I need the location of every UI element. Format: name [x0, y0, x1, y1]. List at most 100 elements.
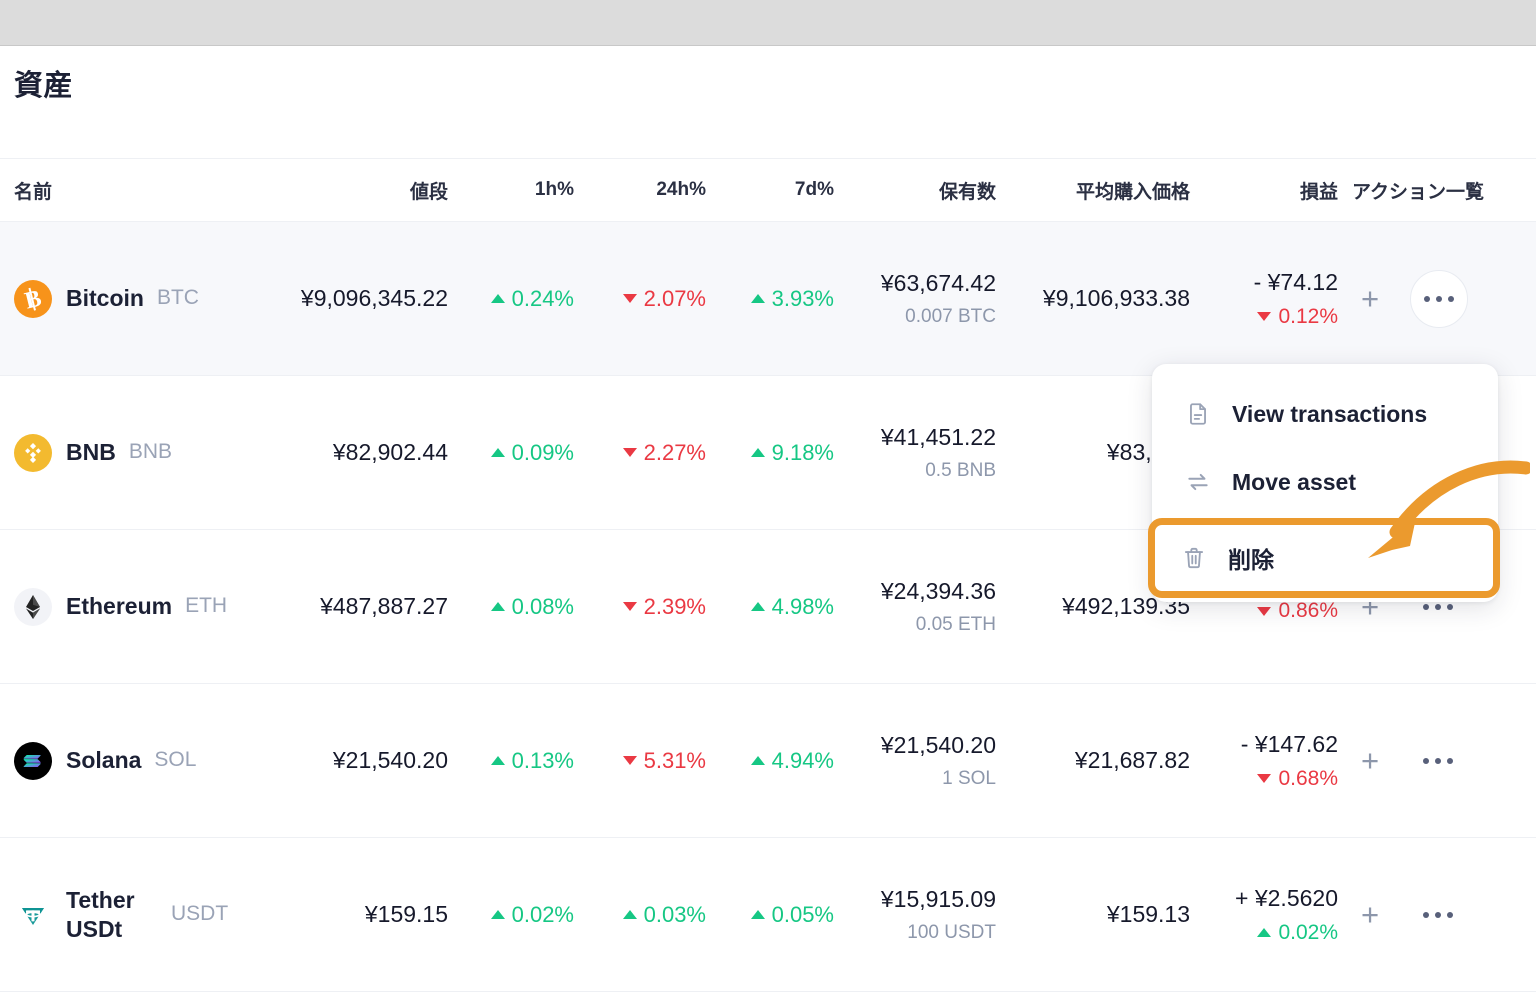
asset-1h-cell: 0.13%	[452, 684, 574, 837]
asset-symbol: BTC	[156, 286, 199, 310]
triangle-up-icon	[490, 910, 505, 919]
asset-24h-cell: 2.39%	[578, 530, 706, 683]
header-price[interactable]: 値段	[258, 159, 448, 221]
header-24h[interactable]: 24h%	[578, 159, 706, 221]
asset-pnl-cell: - ¥147.62 0.68%	[1240, 730, 1338, 790]
triangle-down-icon	[622, 294, 637, 303]
menu-item-move-asset[interactable]: Move asset	[1152, 448, 1498, 516]
asset-name-cell[interactable]: BNB BNB	[14, 376, 264, 529]
solana-icon	[14, 741, 52, 780]
asset-symbol: SOL	[154, 748, 197, 772]
header-pnl[interactable]: 損益	[1196, 159, 1338, 221]
assets-page: 資産 名前 値段 1h% 24h% 7d% 保有数 平均購入価格 損益 アクショ…	[0, 46, 1536, 1000]
asset-7d-cell: 4.98%	[712, 530, 834, 683]
triangle-up-icon	[622, 910, 637, 919]
triangle-up-icon	[750, 756, 765, 765]
triangle-down-icon	[1257, 606, 1272, 616]
menu-item-label: View transactions	[1232, 400, 1428, 427]
more-actions-button[interactable]	[1410, 269, 1468, 328]
asset-holdings-cell: ¥15,915.09 100 USDT	[880, 885, 996, 943]
triangle-up-icon	[1257, 928, 1272, 937]
asset-name: Tether USDt	[66, 886, 135, 942]
header-actions: アクション一覧	[1352, 181, 1485, 203]
delete-menu-item-highlight[interactable]: 削除	[1148, 518, 1500, 598]
asset-avg-price-cell: ¥9,106,933.38	[1042, 285, 1190, 311]
asset-name: Solana	[66, 747, 142, 774]
asset-holdings-cell: ¥63,674.42 0.007 BTC	[880, 269, 996, 327]
asset-name-cell[interactable]: B Bitcoin BTC	[14, 222, 264, 375]
asset-holdings-cell: ¥41,451.22 0.5 BNB	[880, 423, 996, 481]
asset-name: BNB	[66, 439, 116, 466]
header-name[interactable]: 名前	[14, 159, 264, 221]
more-actions-button[interactable]	[1410, 887, 1466, 943]
asset-price-cell: ¥487,887.27	[320, 593, 448, 619]
menu-item-view-transactions[interactable]: View transactions	[1152, 380, 1498, 448]
triangle-up-icon	[750, 910, 765, 919]
asset-symbol: BNB	[128, 440, 173, 464]
asset-24h-cell: 0.03%	[578, 838, 706, 991]
header-7d[interactable]: 7d%	[712, 159, 834, 221]
more-actions-button[interactable]	[1410, 733, 1466, 789]
asset-24h-cell: 2.07%	[578, 222, 706, 375]
table-row[interactable]: Tether USDt USDT ¥159.15 0.02% 0.03% 0.0…	[0, 837, 1536, 992]
asset-symbol: ETH	[185, 594, 228, 618]
table-header-row: 名前 値段 1h% 24h% 7d% 保有数 平均購入価格 損益 アクション一覧	[0, 158, 1536, 221]
bnb-icon	[14, 433, 52, 472]
triangle-up-icon	[490, 756, 505, 765]
swap-arrows-icon	[1184, 468, 1212, 496]
asset-1h-cell: 0.02%	[452, 838, 574, 991]
bitcoin-icon: B	[14, 279, 52, 318]
asset-symbol: USDT	[171, 902, 229, 926]
asset-7d-cell: 4.94%	[712, 684, 834, 837]
asset-avg-price-cell: ¥21,687.82	[1074, 747, 1190, 773]
menu-item-label: Move asset	[1232, 468, 1357, 495]
asset-name-cell[interactable]: Solana SOL	[14, 684, 264, 837]
asset-pnl-cell: + ¥2.5620 0.02%	[1235, 884, 1338, 944]
triangle-down-icon	[1257, 312, 1272, 321]
document-icon	[1184, 400, 1212, 428]
asset-actions-cell: +	[1352, 222, 1522, 375]
asset-price-cell: ¥21,540.20	[332, 747, 448, 773]
asset-24h-cell: 5.31%	[578, 684, 706, 837]
asset-holdings-cell: ¥24,394.36 0.05 ETH	[880, 577, 996, 635]
triangle-down-icon	[622, 602, 637, 611]
table-row[interactable]: Solana SOL ¥21,540.20 0.13% 5.31% 4.94% …	[0, 683, 1536, 837]
triangle-down-icon	[1257, 774, 1272, 783]
triangle-up-icon	[750, 602, 765, 611]
triangle-up-icon	[490, 602, 505, 611]
asset-1h-cell: 0.08%	[452, 530, 574, 683]
browser-chrome-bar	[0, 0, 1536, 46]
triangle-up-icon	[750, 448, 765, 457]
asset-holdings-cell: ¥21,540.20 1 SOL	[880, 731, 996, 789]
asset-24h-cell: 2.27%	[578, 376, 706, 529]
triangle-up-icon	[490, 294, 505, 303]
triangle-up-icon	[490, 448, 505, 457]
table-row[interactable]: B Bitcoin BTC ¥9,096,345.22 0.24% 2.07% …	[0, 221, 1536, 375]
asset-actions-cell: +	[1352, 684, 1522, 837]
add-transaction-button[interactable]: +	[1352, 897, 1388, 933]
asset-pnl-cell: - ¥74.12 0.12%	[1253, 268, 1338, 328]
triangle-down-icon	[622, 756, 637, 765]
asset-name-cell[interactable]: Ethereum ETH	[14, 530, 264, 683]
tether-icon	[14, 896, 52, 934]
triangle-down-icon	[622, 448, 637, 457]
asset-name: Bitcoin	[66, 285, 144, 312]
asset-1h-cell: 0.09%	[452, 376, 574, 529]
asset-actions-cell: +	[1352, 838, 1522, 991]
menu-item-label: 削除	[1228, 547, 1274, 573]
asset-7d-cell: 0.05%	[712, 838, 834, 991]
asset-1h-cell: 0.24%	[452, 222, 574, 375]
header-avg-price[interactable]: 平均購入価格	[1000, 159, 1190, 221]
triangle-up-icon	[750, 294, 765, 303]
asset-name-cell[interactable]: Tether USDt USDT	[14, 838, 264, 991]
asset-price-cell: ¥159.15	[364, 901, 448, 927]
add-transaction-button[interactable]: +	[1352, 743, 1388, 779]
asset-price-cell: ¥9,096,345.22	[300, 285, 448, 311]
add-transaction-button[interactable]: +	[1352, 281, 1388, 317]
asset-price-cell: ¥82,902.44	[332, 439, 448, 465]
asset-avg-price-cell: ¥159.13	[1106, 901, 1190, 927]
asset-7d-cell: 3.93%	[712, 222, 834, 375]
page-title: 資産	[14, 70, 74, 102]
header-1h[interactable]: 1h%	[452, 159, 574, 221]
header-holdings[interactable]: 保有数	[838, 159, 996, 221]
